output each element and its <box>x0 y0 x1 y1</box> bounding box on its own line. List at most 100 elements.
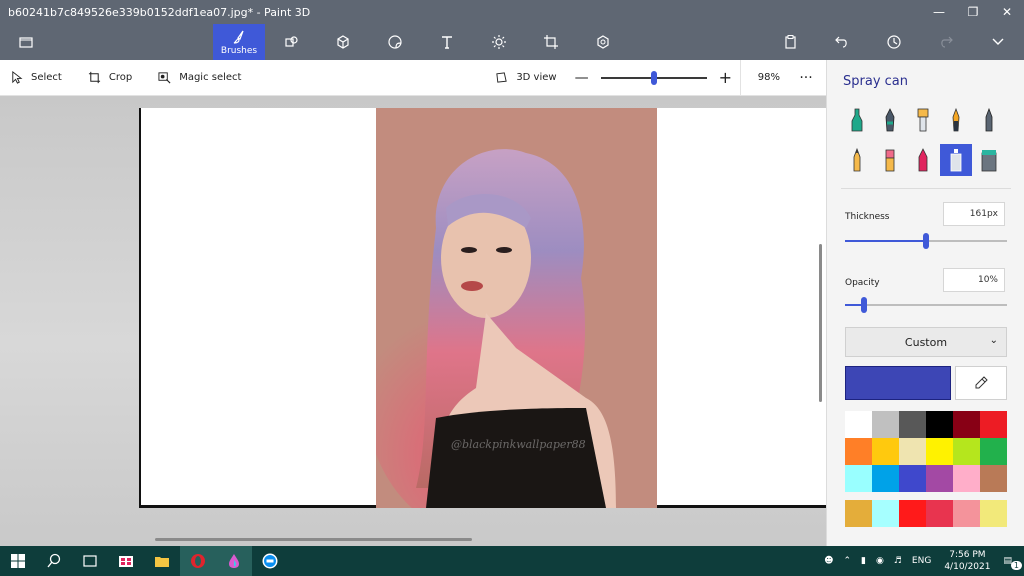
crop-button[interactable]: Crop <box>78 60 142 96</box>
wifi-icon[interactable]: ◉ <box>871 556 889 566</box>
custom-color-swatch-1[interactable] <box>872 500 899 527</box>
taskbar-opera[interactable] <box>180 546 216 576</box>
task-view-icon <box>83 555 97 567</box>
minimize-button[interactable]: — <box>922 0 956 24</box>
color-swatch-15[interactable] <box>926 465 953 492</box>
horizontal-scrollbar[interactable] <box>155 538 472 541</box>
eraser-brush[interactable] <box>874 144 906 176</box>
task-view-button[interactable] <box>72 546 108 576</box>
eyedropper-button[interactable] <box>955 366 1007 400</box>
color-swatch-0[interactable] <box>845 411 872 438</box>
tab-stickers[interactable] <box>369 24 421 60</box>
color-swatch-14[interactable] <box>899 465 926 492</box>
pencil-brush[interactable] <box>841 144 873 176</box>
color-swatch-11[interactable] <box>980 438 1007 465</box>
crayon-icon <box>918 148 928 172</box>
color-swatch-6[interactable] <box>845 438 872 465</box>
zoom-slider-thumb[interactable] <box>650 70 657 85</box>
battery-icon[interactable]: ▮ <box>856 556 871 566</box>
taskbar-zalo[interactable] <box>252 546 288 576</box>
crayon-brush[interactable] <box>907 144 939 176</box>
select-button[interactable]: Select <box>0 60 72 96</box>
custom-color-swatch-5[interactable] <box>980 500 1007 527</box>
color-swatch-5[interactable] <box>980 411 1007 438</box>
zoom-out-icon[interactable]: — <box>575 70 589 86</box>
canvas-area[interactable]: @blackpinkwallpaper88 <box>0 96 826 546</box>
color-swatch-10[interactable] <box>953 438 980 465</box>
color-swatch-4[interactable] <box>953 411 980 438</box>
color-swatch-16[interactable] <box>953 465 980 492</box>
color-swatch-12[interactable] <box>845 465 872 492</box>
search-icon <box>47 553 61 568</box>
tab-brushes[interactable]: Brushes <box>213 24 265 60</box>
color-swatch-17[interactable] <box>980 465 1007 492</box>
opacity-input[interactable]: 10% <box>943 268 1005 292</box>
tab-3d-shapes[interactable] <box>317 24 369 60</box>
chevron-up-icon[interactable]: ⌃ <box>838 556 856 566</box>
spray-can-brush[interactable] <box>940 144 972 176</box>
redo-icon <box>941 36 953 48</box>
magic-select-button[interactable]: Magic select <box>148 60 251 96</box>
custom-color-swatch-3[interactable] <box>926 500 953 527</box>
taskbar-file-explorer[interactable] <box>144 546 180 576</box>
command-bar: Select Crop Magic select 3D view — + 98%… <box>0 59 826 96</box>
color-swatch-1[interactable] <box>872 411 899 438</box>
thickness-input[interactable]: 161px <box>943 202 1005 226</box>
color-swatch-8[interactable] <box>899 438 926 465</box>
notifications-button[interactable]: ▤ 1 <box>998 556 1024 570</box>
input-language[interactable]: ENG <box>907 556 936 566</box>
zoom-value[interactable]: 98% <box>740 59 786 96</box>
store-icon <box>119 556 133 567</box>
color-swatch-13[interactable] <box>872 465 899 492</box>
more-options-button[interactable]: ··· <box>786 70 826 86</box>
close-button[interactable]: ✕ <box>990 0 1024 24</box>
color-swatch-3[interactable] <box>926 411 953 438</box>
tab-2d-shapes[interactable] <box>265 24 317 60</box>
opacity-slider-thumb[interactable] <box>861 297 867 313</box>
thickness-slider-thumb[interactable] <box>923 233 929 249</box>
tab-canvas[interactable] <box>525 24 577 60</box>
current-color-swatch[interactable] <box>845 366 951 400</box>
maximize-button[interactable]: ❐ <box>956 0 990 24</box>
opacity-slider[interactable] <box>845 296 1007 314</box>
color-swatch-9[interactable] <box>926 438 953 465</box>
menu-button[interactable] <box>0 24 52 60</box>
taskbar-app-store[interactable] <box>108 546 144 576</box>
custom-color-swatch-0[interactable] <box>845 500 872 527</box>
color-swatch-7[interactable] <box>872 438 899 465</box>
calligraphy-pen-brush[interactable] <box>874 104 906 136</box>
people-icon[interactable]: ☻ <box>819 556 838 566</box>
marker-icon <box>851 108 863 132</box>
fill-brush[interactable] <box>973 144 1005 176</box>
paste-button[interactable] <box>764 24 816 60</box>
clock[interactable]: 7:56 PM 4/10/2021 <box>936 549 998 573</box>
volume-icon[interactable]: ♬ <box>889 556 907 566</box>
expand-button[interactable] <box>972 24 1024 60</box>
redo-button[interactable] <box>920 24 972 60</box>
oil-brush[interactable] <box>907 104 939 136</box>
marker-brush[interactable] <box>841 104 873 136</box>
pixel-pen-brush[interactable] <box>973 104 1005 136</box>
tab-text[interactable] <box>421 24 473 60</box>
search-button[interactable] <box>36 546 72 576</box>
2d-shapes-icon <box>285 36 298 47</box>
calligraphy-pen-icon <box>885 108 895 132</box>
zoom-in-icon[interactable]: + <box>719 68 732 87</box>
tab-3d-library[interactable] <box>577 24 629 60</box>
tab-effects[interactable] <box>473 24 525 60</box>
custom-color-swatch-4[interactable] <box>953 500 980 527</box>
custom-color-swatch-2[interactable] <box>899 500 926 527</box>
color-mode-dropdown[interactable]: Custom ⌄ <box>845 327 1007 357</box>
watercolor-brush[interactable] <box>940 104 972 136</box>
undo-button[interactable] <box>816 24 868 60</box>
start-button[interactable] <box>0 546 36 576</box>
zoom-slider[interactable] <box>600 70 707 85</box>
photo-layer[interactable]: @blackpinkwallpaper88 <box>376 108 657 508</box>
taskbar-paint-3d[interactable] <box>216 546 252 576</box>
watermark-text: @blackpinkwallpaper88 <box>451 438 586 451</box>
history-button[interactable] <box>868 24 920 60</box>
vertical-scrollbar[interactable] <box>819 244 822 402</box>
3d-view-button[interactable]: 3D view <box>485 60 566 96</box>
thickness-slider[interactable] <box>845 232 1007 250</box>
color-swatch-2[interactable] <box>899 411 926 438</box>
